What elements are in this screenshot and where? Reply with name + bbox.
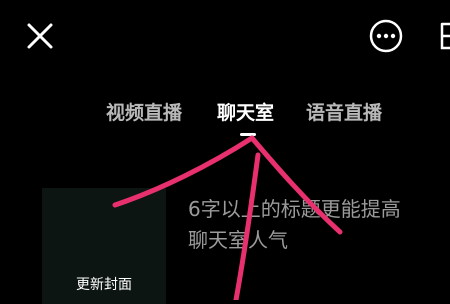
close-button[interactable]: [24, 20, 56, 52]
tab-video-live[interactable]: 视频直播: [106, 96, 182, 130]
room-title-input[interactable]: 6字以上的标题更能提高 聊天室人气: [188, 194, 450, 256]
update-cover-label: 更新封面: [76, 277, 132, 293]
active-tab-indicator: [240, 133, 256, 136]
top-bar: [0, 0, 450, 72]
title-hint-line-2: 聊天室人气: [188, 228, 288, 252]
close-icon: [27, 23, 53, 49]
tab-chat-room[interactable]: 聊天室: [217, 96, 274, 130]
more-button[interactable]: [368, 18, 404, 54]
tab-voice-live[interactable]: 语音直播: [306, 96, 382, 130]
live-mode-tabs: 视频直播 聊天室 语音直播: [0, 96, 450, 136]
camera-flip-icon: [440, 22, 450, 50]
title-hint-line-1: 6字以上的标题更能提高: [188, 197, 401, 221]
cover-image-button[interactable]: 更新封面: [42, 188, 166, 304]
camera-flip-button[interactable]: [436, 18, 450, 54]
more-icon: [369, 19, 403, 53]
